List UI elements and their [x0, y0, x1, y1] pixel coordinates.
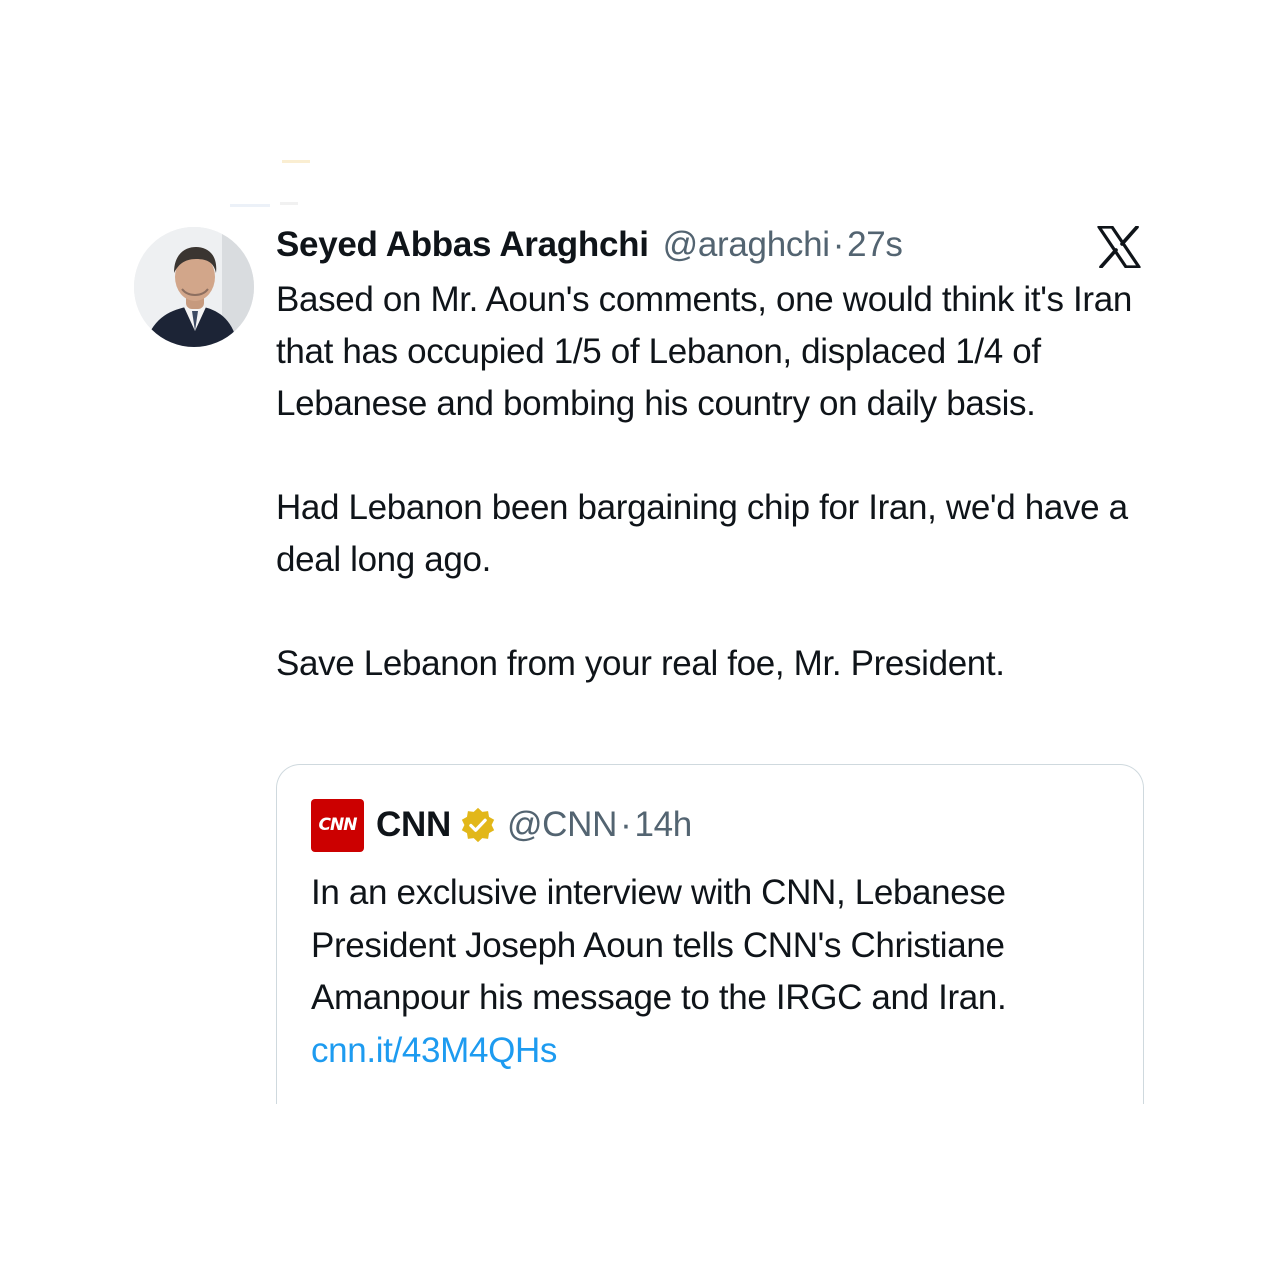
x-logo-icon[interactable] — [1097, 226, 1141, 268]
author-avatar[interactable] — [134, 227, 254, 347]
quoted-author-handle[interactable]: @CNN — [507, 805, 617, 845]
quoted-tweet-body: In an exclusive interview with CNN, Leba… — [311, 867, 1131, 1077]
tweet-paragraph: Had Lebanon been bargaining chip for Ira… — [276, 488, 1128, 579]
cnn-logo-text: CNN — [318, 815, 358, 835]
tweet-paragraph: Save Lebanon from your real foe, Mr. Pre… — [276, 644, 1005, 683]
profile-photo-icon — [134, 227, 254, 347]
quoted-tweet-link[interactable]: cnn.it/43M4QHs — [311, 1031, 557, 1070]
quoted-tweet-card[interactable]: CNN CNN @CNN · 14h In an exclusive inter… — [276, 764, 1144, 1104]
tweet-body: Based on Mr. Aoun's comments, one would … — [276, 274, 1176, 690]
gold-verified-badge-icon — [459, 806, 497, 844]
quoted-tweet-timestamp[interactable]: 14h — [634, 805, 692, 845]
crop-artifact — [230, 160, 310, 207]
tweet-timestamp[interactable]: 27s — [847, 225, 903, 265]
tweet-card: Seyed Abbas Araghchi @araghchi · 27s Bas… — [0, 0, 1280, 1280]
tweet-header: Seyed Abbas Araghchi @araghchi · 27s — [276, 222, 903, 268]
cnn-logo-icon[interactable]: CNN — [311, 798, 364, 852]
separator-dot: · — [832, 225, 845, 264]
tweet-paragraph: Based on Mr. Aoun's comments, one would … — [276, 280, 1132, 423]
separator-dot: · — [620, 805, 632, 844]
quoted-author-name[interactable]: CNN — [376, 805, 451, 845]
author-display-name[interactable]: Seyed Abbas Araghchi — [276, 225, 649, 265]
quoted-tweet-text: In an exclusive interview with CNN, Leba… — [311, 873, 1007, 1017]
quoted-tweet-header: CNN CNN @CNN · 14h — [311, 797, 692, 853]
author-handle[interactable]: @araghchi — [663, 225, 830, 265]
